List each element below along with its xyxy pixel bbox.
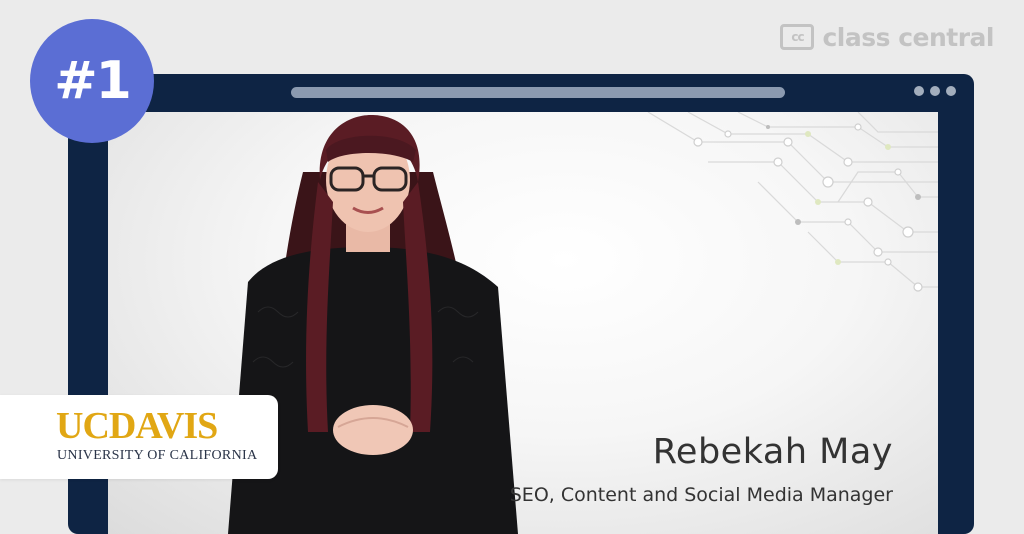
window-menu-dots-icon[interactable] (914, 86, 956, 96)
brand-name: class central (822, 22, 994, 52)
uc-davis-logo-sub: UNIVERSITY OF CALIFORNIA (57, 448, 258, 463)
uc-davis-logo-main: UCDAVIS (56, 405, 218, 447)
class-central-brand: cc class central (780, 22, 994, 52)
speaker-role: SEO, Content and Social Media Manager (509, 484, 893, 506)
class-central-logo-icon: cc (780, 24, 815, 50)
menu-dot (946, 86, 956, 96)
menu-dot (914, 86, 924, 96)
circuit-graphic (647, 112, 938, 292)
menu-dot (930, 86, 940, 96)
rank-badge: #1 (30, 19, 154, 143)
university-logo-card: UCDAVIS UNIVERSITY OF CALIFORNIA (0, 395, 278, 479)
address-bar[interactable] (291, 87, 785, 98)
speaker-name: Rebekah May (652, 432, 893, 472)
